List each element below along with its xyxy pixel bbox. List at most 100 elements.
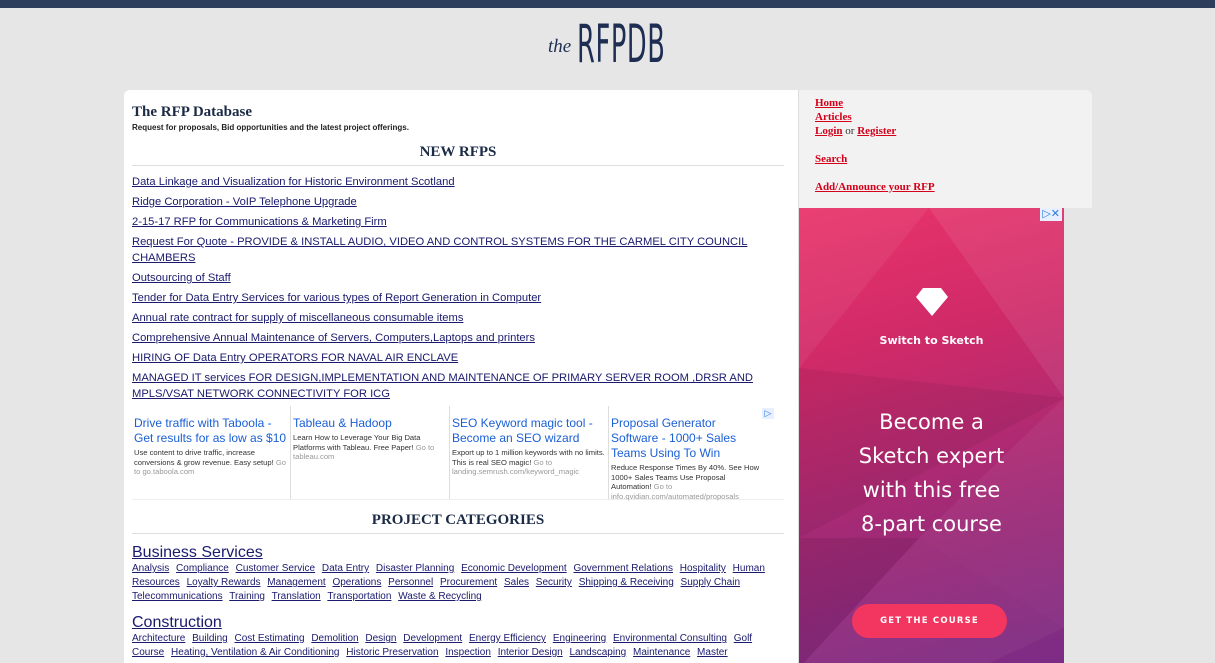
rfp-link[interactable]: Annual rate contract for supply of misce… xyxy=(132,312,463,324)
category-link[interactable]: Interior Design xyxy=(498,647,563,658)
ad-title[interactable]: SEO Keyword magic tool - Become an SEO w… xyxy=(452,416,606,446)
list-item: Tender for Data Entry Services for vario… xyxy=(132,290,784,306)
list-item: MANAGED IT services FOR DESIGN,IMPLEMENT… xyxy=(132,370,784,402)
ad-unit[interactable]: Drive traffic with Taboola - Get results… xyxy=(132,406,291,499)
category-link[interactable]: Economic Development xyxy=(461,563,567,574)
category-link[interactable]: Disaster Planning xyxy=(376,563,454,574)
rfp-link[interactable]: MANAGED IT services FOR DESIGN,IMPLEMENT… xyxy=(132,372,753,400)
category-link[interactable]: Compliance xyxy=(176,563,229,574)
adchoices-icon[interactable]: ▷ xyxy=(762,408,774,419)
category-link[interactable]: Cost Estimating xyxy=(235,633,305,644)
rfp-link[interactable]: Comprehensive Annual Maintenance of Serv… xyxy=(132,332,535,344)
rfp-link[interactable]: Outsourcing of Staff xyxy=(132,272,231,284)
rfp-link[interactable]: HIRING OF Data Entry OPERATORS FOR NAVAL… xyxy=(132,352,458,364)
rfp-link[interactable]: Tender for Data Entry Services for vario… xyxy=(132,292,541,304)
nav-add-rfp[interactable]: Add/Announce your RFP xyxy=(815,180,1092,194)
category-links: Analysis Compliance Customer Service Dat… xyxy=(132,562,784,604)
sidebar-nav: Home Articles Login or Register Search A… xyxy=(799,90,1092,208)
category-link[interactable]: Maintenance xyxy=(633,647,690,658)
ad-background-pattern xyxy=(799,208,1064,663)
site-logo[interactable]: the RFPDB xyxy=(548,14,720,74)
rfp-link[interactable]: Ridge Corporation - VoIP Telephone Upgra… xyxy=(132,196,357,208)
category-link[interactable]: Heating, Ventilation & Air Conditioning xyxy=(171,647,339,658)
list-item: 2-15-17 RFP for Communications & Marketi… xyxy=(132,214,784,230)
category-link[interactable]: Historic Preservation xyxy=(346,647,438,658)
category-link[interactable]: Operations xyxy=(332,577,381,588)
category-link[interactable]: Demolition xyxy=(311,633,358,644)
logo-notch xyxy=(590,74,626,90)
category-link[interactable]: Hospitality xyxy=(680,563,726,574)
rfp-list: Data Linkage and Visualization for Histo… xyxy=(132,174,784,402)
ad-body-text: Learn How to Leverage Your Big Data Plat… xyxy=(293,433,421,452)
nav-articles[interactable]: Articles xyxy=(815,110,1092,124)
nav-search[interactable]: Search xyxy=(815,152,1092,166)
category-title[interactable]: Business Services xyxy=(132,544,788,562)
category-title[interactable]: Construction xyxy=(132,614,788,632)
category-link[interactable]: Loyalty Rewards xyxy=(187,577,261,588)
ad-body: Use content to drive traffic, increase c… xyxy=(134,448,288,477)
nav-register[interactable]: Register xyxy=(857,125,896,137)
ad-body: Learn How to Leverage Your Big Data Plat… xyxy=(293,433,447,462)
category-link[interactable]: Waste & Recycling xyxy=(398,591,482,602)
category-link[interactable]: Training xyxy=(229,591,265,602)
category-link[interactable]: Data Entry xyxy=(322,563,369,574)
sketch-diamond-icon xyxy=(916,288,948,316)
sketch-ad-banner[interactable]: ▷✕ Switch to Sketch Become a Sketch expe… xyxy=(799,208,1064,663)
category-link[interactable]: Design xyxy=(365,633,396,644)
rfp-link[interactable]: 2-15-17 RFP for Communications & Marketi… xyxy=(132,216,387,228)
category-links: Architecture Building Cost Estimating De… xyxy=(132,632,784,660)
category-link[interactable]: Security xyxy=(536,577,572,588)
ad-body: Reduce Response Times By 40%. See How 10… xyxy=(611,463,766,501)
top-bar xyxy=(0,0,1215,8)
text-ads: ▷ Drive traffic with Taboola - Get resul… xyxy=(132,406,784,501)
rfp-link[interactable]: Request For Quote - PROVIDE & INSTALL AU… xyxy=(132,236,747,264)
category-link[interactable]: Personnel xyxy=(388,577,433,588)
or-text: or xyxy=(845,125,855,137)
tagline: Request for proposals, Bid opportunities… xyxy=(132,123,409,132)
category-link[interactable]: Development xyxy=(403,633,462,644)
category-link[interactable]: Transportation xyxy=(327,591,391,602)
category-link[interactable]: Analysis xyxy=(132,563,169,574)
nav-home[interactable]: Home xyxy=(815,96,1092,110)
ad-body-text: Export up to 1 million keywords with no … xyxy=(452,448,605,467)
category-link[interactable]: Architecture xyxy=(132,633,185,644)
ad-headline-4: 8-part course xyxy=(861,512,1002,536)
category-link[interactable]: Master xyxy=(697,647,728,658)
ad-body-text: Reduce Response Times By 40%. See How 10… xyxy=(611,463,760,491)
list-item: Outsourcing of Staff xyxy=(132,270,784,286)
category-link[interactable]: Government Relations xyxy=(573,563,673,574)
ad-title[interactable]: Tableau & Hadoop xyxy=(293,416,447,431)
category-link[interactable]: Sales xyxy=(504,577,529,588)
category-link[interactable]: Customer Service xyxy=(236,563,315,574)
list-item: Request For Quote - PROVIDE & INSTALL AU… xyxy=(132,234,784,266)
ad-title[interactable]: Proposal Generator Software - 1000+ Sale… xyxy=(611,416,766,461)
ad-headline-2: Sketch expert xyxy=(858,444,1005,468)
category-link[interactable]: Procurement xyxy=(440,577,497,588)
ad-unit[interactable]: SEO Keyword magic tool - Become an SEO w… xyxy=(450,406,609,499)
list-item: Data Linkage and Visualization for Histo… xyxy=(132,174,784,190)
category-link[interactable]: Inspection xyxy=(445,647,491,658)
category-link[interactable]: Telecommunications xyxy=(132,591,223,602)
ad-title[interactable]: Drive traffic with Taboola - Get results… xyxy=(134,416,288,446)
category-link[interactable]: Engineering xyxy=(553,633,606,644)
category-link[interactable]: Shipping & Receiving xyxy=(579,577,674,588)
logo-rfpdb: RFPDB xyxy=(577,12,666,75)
category-link[interactable]: Landscaping xyxy=(570,647,627,658)
ad-body-text: Use content to drive traffic, increase c… xyxy=(134,448,274,467)
category-link[interactable]: Supply Chain xyxy=(681,577,740,588)
new-rfps-heading: NEW RFPS xyxy=(132,138,784,166)
rfp-link[interactable]: Data Linkage and Visualization for Histo… xyxy=(132,176,455,188)
category-link[interactable]: Energy Efficiency xyxy=(469,633,546,644)
ad-close-icon[interactable]: ▷✕ xyxy=(1040,208,1062,221)
category-link[interactable]: Management xyxy=(267,577,325,588)
logo-the: the xyxy=(548,36,572,57)
get-course-button[interactable]: GET THE COURSE xyxy=(852,604,1007,638)
ad-headline-1: Become a xyxy=(879,410,984,434)
category-link[interactable]: Translation xyxy=(272,591,321,602)
category-link[interactable]: Environmental Consulting xyxy=(613,633,727,644)
ad-unit[interactable]: Tableau & Hadoop Learn How to Leverage Y… xyxy=(291,406,450,499)
nav-login[interactable]: Login xyxy=(815,125,843,137)
list-item: Comprehensive Annual Maintenance of Serv… xyxy=(132,330,784,346)
ad-unit[interactable]: Proposal Generator Software - 1000+ Sale… xyxy=(609,406,768,501)
category-link[interactable]: Building xyxy=(192,633,228,644)
